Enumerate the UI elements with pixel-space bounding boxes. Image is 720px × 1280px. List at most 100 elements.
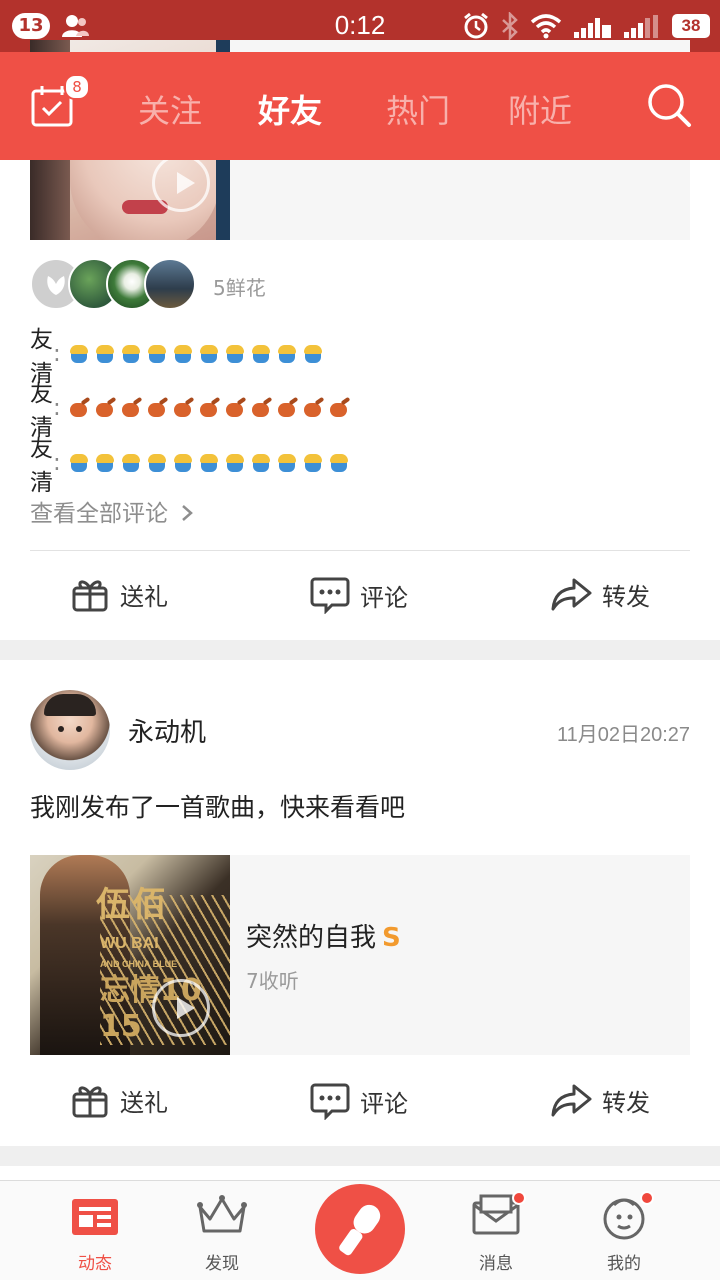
comment-separator: : — [53, 450, 61, 476]
app-screen: { "status_bar": { "notification_count": … — [0, 0, 720, 1280]
cake-gift-icon — [225, 343, 247, 365]
comment-icon — [310, 1083, 350, 1120]
notification-dot — [640, 1191, 654, 1205]
flower-givers-avatars[interactable] — [30, 258, 196, 310]
record-button[interactable] — [315, 1184, 405, 1274]
view-all-comments-link[interactable]: 查看全部评论 — [30, 494, 195, 528]
share-icon — [551, 1084, 592, 1117]
signal-sim1-icon — [624, 15, 658, 38]
pan-gift-icon — [199, 397, 221, 419]
post-time: 11月02日20:27 — [556, 724, 690, 746]
gift-button[interactable]: 送礼 — [70, 576, 168, 612]
pan-gift-icon — [303, 397, 325, 419]
pan-gift-icon — [95, 397, 117, 419]
song-preview[interactable]: 伍佰 WU BAI AND CHINA BLUE 忘情1015 突然的自我 S 7… — [30, 855, 690, 1055]
cake-gift-icon — [173, 452, 195, 474]
song-listens: 7收听 — [246, 969, 299, 993]
gift-emoji-list — [69, 452, 351, 474]
chevron-right-icon — [182, 505, 194, 521]
pan-gift-icon — [173, 397, 195, 419]
nav-feed-label: 动态 — [78, 1254, 112, 1274]
share-button[interactable]: 转发 — [550, 1082, 650, 1118]
cake-gift-icon — [251, 452, 273, 474]
notification-dot — [512, 1191, 526, 1205]
cover-artist: WU BAI — [100, 935, 159, 952]
top-nav: 8 关注 好友 热门 附近 — [0, 52, 720, 160]
feed-post-card: 永动机 11月02日20:27 我刚发布了一首歌曲，快来看看吧 伍佰 WU BA… — [0, 660, 720, 1146]
search-icon[interactable] — [646, 82, 692, 128]
gift-label: 送礼 — [120, 1088, 168, 1117]
gift-label: 送礼 — [120, 582, 168, 611]
pan-gift-icon — [277, 397, 299, 419]
cake-gift-icon — [277, 343, 299, 365]
cake-gift-icon — [199, 452, 221, 474]
comment-author[interactable]: 友清 — [30, 429, 53, 497]
comment-separator: : — [53, 341, 61, 367]
cake-gift-icon — [199, 343, 221, 365]
cake-gift-icon — [303, 343, 325, 365]
song-cover-image[interactable]: 伍佰 WU BAI AND CHINA BLUE 忘情1015 — [30, 855, 230, 1055]
tab-friends[interactable]: 好友 — [258, 86, 322, 132]
nav-messages-label: 消息 — [479, 1254, 513, 1274]
flowers-count: 5鲜花 — [213, 276, 266, 300]
pan-gift-icon — [329, 397, 351, 419]
post-author[interactable]: 永动机 — [128, 712, 206, 749]
cake-gift-icon — [251, 343, 273, 365]
cake-gift-icon — [329, 452, 351, 474]
nav-discover[interactable]: 发现 — [172, 1193, 272, 1274]
cover-title: 伍佰 — [96, 885, 168, 925]
system-icons: 38 — [462, 11, 710, 41]
cake-gift-icon — [147, 452, 169, 474]
tab-hot[interactable]: 热门 — [386, 86, 450, 132]
divider — [30, 550, 690, 551]
tab-following[interactable]: 关注 — [138, 86, 202, 132]
gift-icon — [72, 580, 108, 612]
cake-gift-icon — [303, 452, 325, 474]
cake-gift-icon — [277, 452, 299, 474]
comment-button[interactable]: 评论 — [310, 1082, 408, 1120]
s-badge: S — [382, 923, 401, 953]
wifi-icon — [530, 14, 562, 39]
feed-icon — [72, 1199, 118, 1235]
microphone-icon — [339, 1204, 381, 1256]
checkin-badge: 8 — [64, 74, 90, 100]
comment-button[interactable]: 评论 — [310, 576, 408, 614]
share-label: 转发 — [602, 1088, 650, 1117]
pan-gift-icon — [251, 397, 273, 419]
song-title[interactable]: 突然的自我 S — [246, 917, 401, 954]
cake-gift-icon — [95, 452, 117, 474]
avatar[interactable] — [30, 690, 110, 770]
share-button[interactable]: 转发 — [550, 576, 650, 612]
post-text: 我刚发布了一首歌曲，快来看看吧 — [30, 793, 406, 822]
pan-gift-icon — [69, 397, 91, 419]
battery-indicator: 38 — [672, 14, 710, 38]
signal-sim2-icon — [574, 18, 611, 38]
view-all-label: 查看全部评论 — [30, 501, 168, 527]
crown-icon — [197, 1195, 247, 1233]
pan-gift-icon — [121, 397, 143, 419]
share-icon — [551, 578, 592, 611]
cake-gift-icon — [69, 452, 91, 474]
cake-gift-icon — [121, 452, 143, 474]
cake-gift-icon — [121, 343, 143, 365]
nav-feed[interactable]: 动态 — [45, 1193, 145, 1274]
tab-nearby[interactable]: 附近 — [508, 86, 572, 132]
comment-icon — [310, 577, 350, 614]
pan-gift-icon — [147, 397, 169, 419]
comment-row[interactable]: 友清: — [30, 429, 351, 497]
song-title-text: 突然的自我 — [246, 923, 377, 953]
gift-button[interactable]: 送礼 — [70, 1082, 168, 1118]
pan-gift-icon — [225, 397, 247, 419]
nav-discover-label: 发现 — [205, 1254, 239, 1274]
cake-gift-icon — [69, 343, 91, 365]
play-icon[interactable] — [152, 979, 210, 1037]
play-icon[interactable] — [152, 154, 210, 212]
gift-emoji-list — [69, 343, 325, 365]
cake-gift-icon — [147, 343, 169, 365]
comment-separator: : — [53, 395, 61, 421]
alarm-icon — [464, 12, 488, 39]
nav-profile[interactable]: 我的 — [574, 1191, 674, 1274]
comment-label: 评论 — [360, 1089, 408, 1118]
nav-messages[interactable]: 消息 — [446, 1191, 546, 1274]
bluetooth-icon — [502, 12, 518, 40]
